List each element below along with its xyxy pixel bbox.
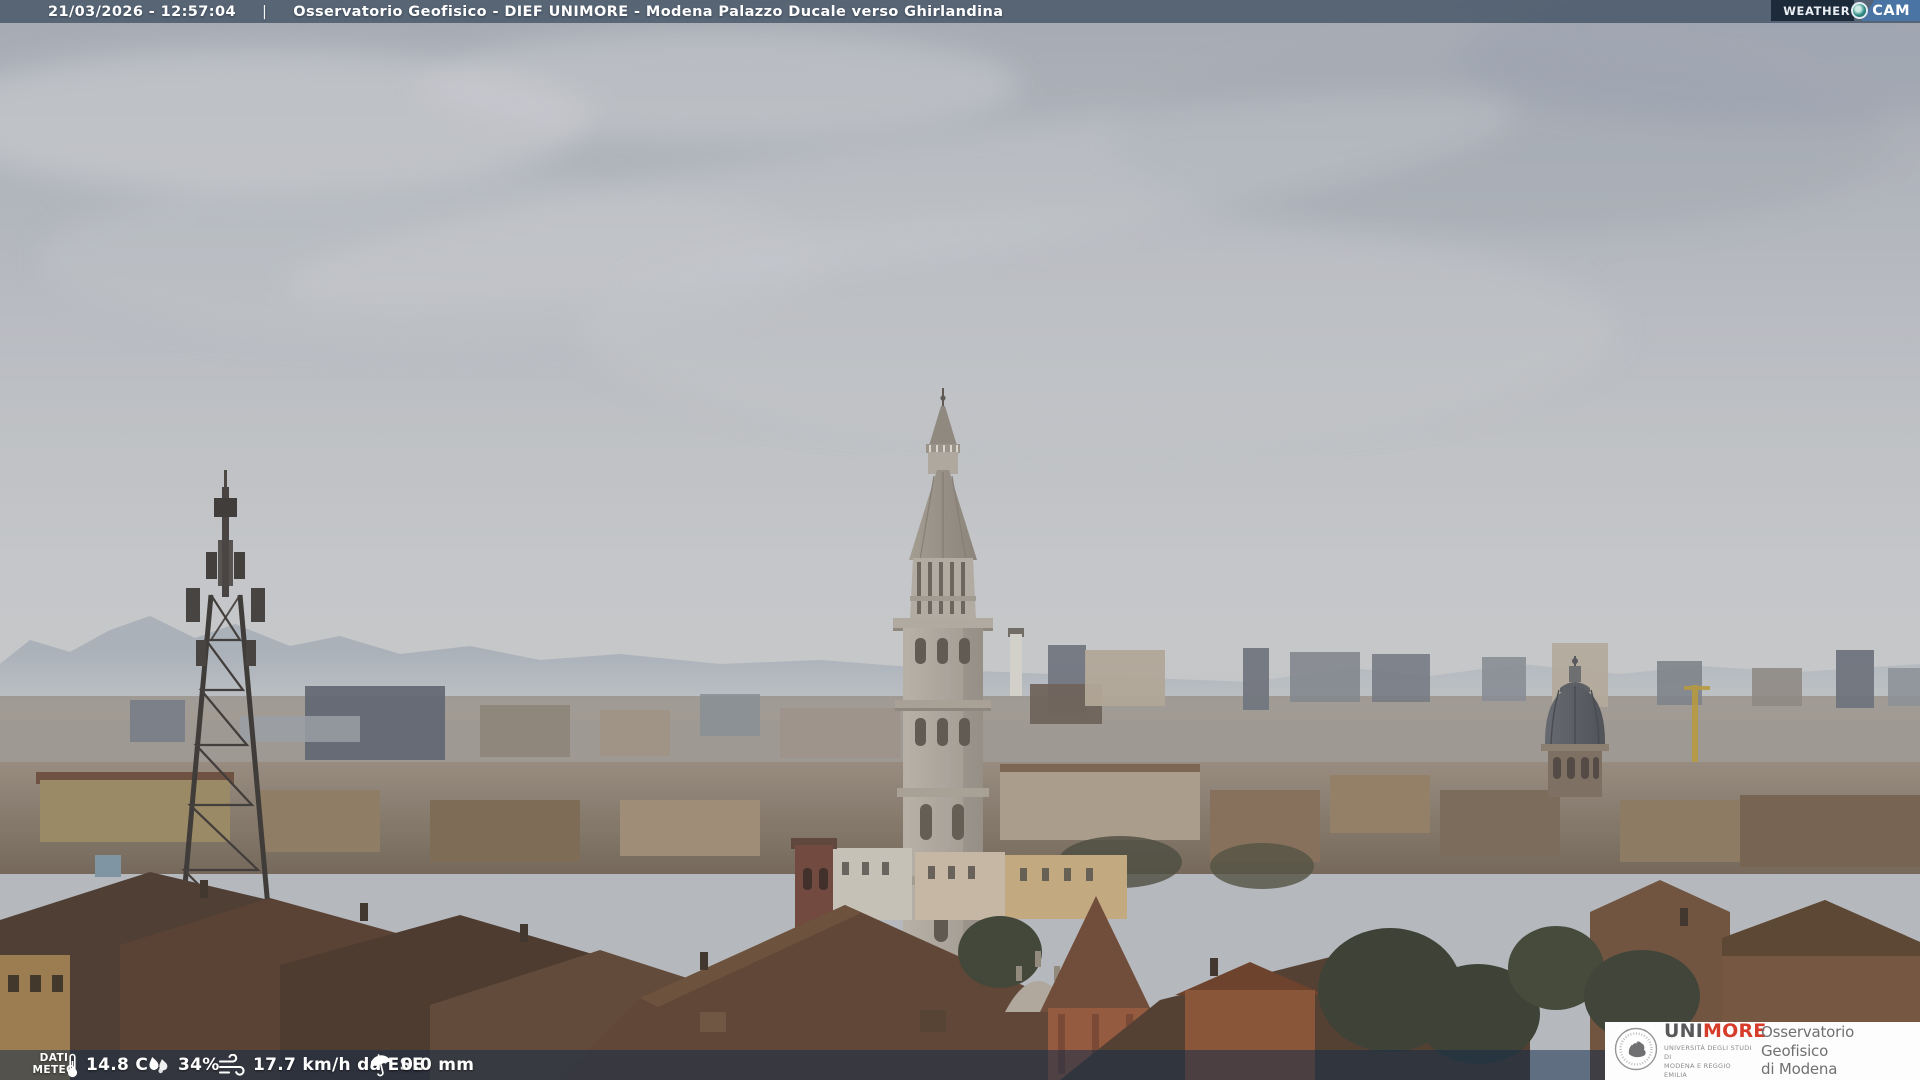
camera-title: Osservatorio Geofisico - DIEF UNIMORE - … xyxy=(293,3,1004,20)
org-line1: Osservatorio Geofisico xyxy=(1761,1022,1855,1060)
weathercam-weather-label: WEATHER xyxy=(1771,0,1855,21)
brand-more: MORE xyxy=(1703,1020,1767,1043)
weather-text: WEATHER xyxy=(1783,3,1851,18)
separator: | xyxy=(261,3,268,20)
umbrella-icon xyxy=(368,1053,394,1077)
webcam-frame: 21/03/2026 - 12:57:04 | Osservatorio Geo… xyxy=(0,0,1920,1080)
title-bar: 21/03/2026 - 12:57:04 | Osservatorio Geo… xyxy=(0,0,1920,23)
org-line2: di Modena xyxy=(1761,1060,1838,1079)
subtitle-line2: MODENA E REGGIO EMILIA xyxy=(1664,1062,1731,1079)
cityscape-photo xyxy=(0,0,1920,1080)
cam-text: CAM xyxy=(1872,2,1910,19)
university-subtitle: UNIVERSITÀ DEGLI STUDI DI MODENA E REGGI… xyxy=(1664,1044,1752,1079)
temperature-value: 14.8 C xyxy=(86,1055,149,1075)
unimore-wordmark: UNIMORE UNIVERSITÀ DEGLI STUDI DI MODENA… xyxy=(1664,1020,1766,1079)
precipitation-value: 0.0 mm xyxy=(401,1055,475,1075)
precipitation-reading: 0.0 mm xyxy=(368,1050,474,1080)
wind-icon xyxy=(218,1054,246,1076)
observatory-name: Osservatorio Geofisico di Modena xyxy=(1761,1023,1920,1079)
timestamp: 21/03/2026 - 12:57:04 xyxy=(48,3,236,20)
temperature-reading: 14.8 C xyxy=(66,1050,148,1080)
unimore-logo-box: UNIMORE UNIVERSITÀ DEGLI STUDI DI MODENA… xyxy=(1605,1022,1920,1080)
weathercam-watermark: WEATHER CAM xyxy=(1771,0,1920,21)
brand-uni: UNI xyxy=(1664,1020,1703,1043)
thermometer-icon xyxy=(66,1053,79,1078)
humidity-reading: 34% xyxy=(146,1050,220,1080)
droplets-icon xyxy=(146,1054,171,1076)
photo-haze xyxy=(0,0,1920,1080)
humidity-value: 34% xyxy=(178,1055,220,1075)
university-seal-icon xyxy=(1614,1027,1658,1075)
subtitle-line1: UNIVERSITÀ DEGLI STUDI DI xyxy=(1664,1044,1752,1062)
weathercam-cam-label: CAM xyxy=(1861,0,1920,21)
